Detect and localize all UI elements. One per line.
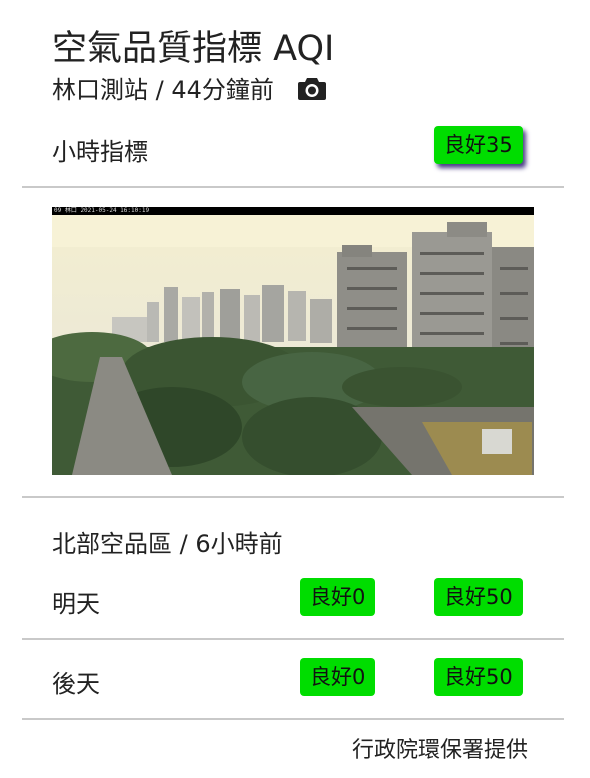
- hourly-aqi-badge: 良好35: [434, 126, 523, 164]
- forecast-low-badge: 良好0: [300, 578, 376, 616]
- forecast-day-label: 明天: [52, 590, 100, 618]
- station-subtitle: 林口測站 / 44分鐘前: [52, 76, 274, 104]
- station-row: 林口測站 / 44分鐘前: [52, 70, 328, 105]
- divider: [22, 186, 564, 188]
- divider: [22, 718, 564, 720]
- page-title: 空氣品質指標 AQI: [52, 29, 335, 69]
- forecast-high-badge: 良好50: [434, 658, 523, 696]
- forecast-high-badge: 良好50: [434, 578, 523, 616]
- webcam-scene: [52, 207, 534, 475]
- source-credit: 行政院環保署提供: [351, 738, 528, 763]
- webcam-image[interactable]: 09 林口 2021-05-24 16:10:19: [52, 207, 534, 475]
- webcam-timestamp: 09 林口 2021-05-24 16:10:19: [54, 207, 150, 214]
- region-subtitle: 北部空品區 / 6小時前: [52, 530, 283, 558]
- divider: [22, 496, 564, 498]
- camera-icon[interactable]: [296, 74, 328, 102]
- forecast-day-label: 後天: [52, 670, 100, 698]
- hourly-label: 小時指標: [52, 138, 148, 166]
- divider: [22, 638, 564, 640]
- forecast-low-badge: 良好0: [300, 658, 376, 696]
